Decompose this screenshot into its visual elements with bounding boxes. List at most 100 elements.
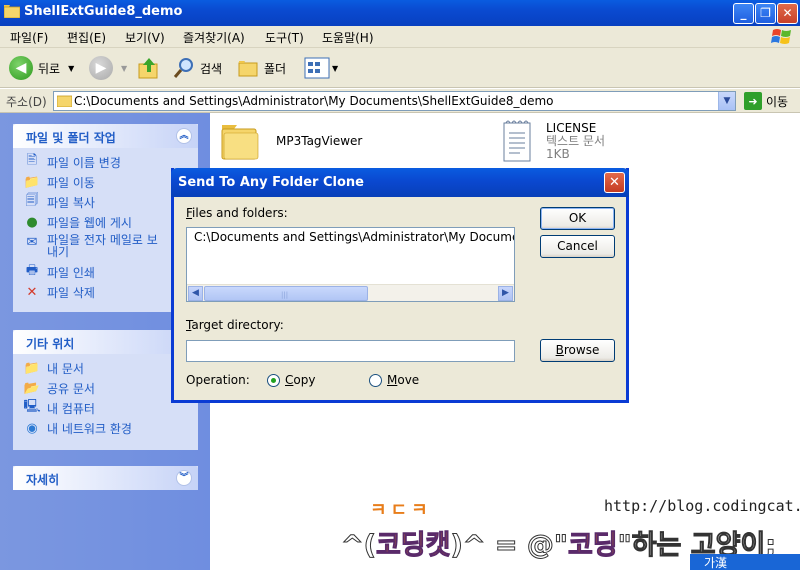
chevron-down-icon[interactable]: ▼ (68, 64, 74, 73)
printer-icon: 🖶 (25, 263, 39, 278)
go-button[interactable]: ➜ 이동 (744, 92, 788, 110)
file-name: MP3TagViewer (276, 134, 363, 148)
rename-icon: 🖹 (26, 153, 38, 168)
address-path: C:\Documents and Settings\Administrator\… (74, 94, 554, 108)
collapse-chevron-icon[interactable]: ︽ (176, 128, 192, 144)
file-name: LICENSE (546, 121, 597, 135)
task-label-wrap: 내기 (47, 245, 70, 259)
file-item-license[interactable]: LICENSE 텍스트 문서 1KB (500, 119, 605, 163)
network-icon: ◉ (26, 420, 38, 436)
search-icon (173, 58, 193, 78)
search-label: 검색 (200, 61, 223, 76)
file-item-mp3tagviewer[interactable]: MP3TagViewer (220, 123, 362, 161)
close-button[interactable]: ✕ (777, 3, 798, 24)
system-tray[interactable]: 가漢 (690, 554, 800, 570)
email-icon: ✉ (26, 234, 38, 250)
panel-title: 자세히 (26, 473, 60, 487)
place-label: 공유 문서 (47, 382, 95, 396)
window-title: ShellExtGuide8_demo (24, 4, 183, 19)
text-document-icon (503, 120, 531, 162)
up-folder-button[interactable] (137, 54, 161, 82)
folder-up-icon (138, 58, 158, 79)
target-directory-input[interactable] (186, 340, 515, 362)
radio-indicator[interactable] (267, 373, 280, 387)
folder-icon (4, 5, 20, 18)
dialog-close-button[interactable]: ✕ (604, 172, 625, 193)
menu-help[interactable]: 도움말(H) (322, 29, 374, 46)
place-my-computer[interactable]: 🖳 내 컴퓨터 (23, 399, 198, 420)
go-arrow-icon: ➜ (744, 92, 762, 110)
chevron-down-icon[interactable]: ▼ (121, 64, 127, 73)
folders-icon (238, 61, 258, 77)
files-listbox[interactable]: C:\Documents and Settings\Administrator\… (186, 227, 515, 302)
place-network[interactable]: ◉ 내 네트워크 환경 (23, 420, 198, 440)
list-item[interactable]: C:\Documents and Settings\Administrator\… (194, 230, 514, 244)
folders-button[interactable]: 폴더 (236, 54, 286, 82)
task-label: 파일 이름 변경 (47, 156, 121, 170)
back-label: 뒤로 (38, 61, 61, 76)
send-to-any-folder-dialog: Send To Any Folder Clone ✕ Files and fol… (171, 168, 629, 403)
minimize-button[interactable]: _ (733, 3, 754, 24)
window-titlebar[interactable]: ShellExtGuide8_demo _ ❐ ✕ (0, 0, 800, 26)
task-label: 파일을 웹에 게시 (47, 216, 132, 230)
views-button[interactable]: ▼ (304, 54, 338, 82)
panel-header[interactable]: 자세히 ︾ (13, 466, 198, 490)
menu-favorites[interactable]: 즐겨찾기(A) (183, 29, 245, 46)
folder-icon (221, 125, 259, 160)
scroll-left-icon[interactable]: ◀ (188, 286, 203, 301)
panel-title: 파일 및 폴더 작업 (26, 131, 116, 145)
panel-title: 기타 위치 (26, 337, 75, 351)
menu-edit[interactable]: 편집(E) (67, 29, 106, 46)
search-button[interactable]: 검색 (172, 54, 222, 82)
details-panel: 자세히 ︾ (13, 466, 198, 490)
move-icon: 📁 (23, 174, 41, 190)
back-arrow-icon: ◀ (9, 56, 33, 80)
cancel-button[interactable]: Cancel (540, 235, 615, 258)
address-input[interactable]: C:\Documents and Settings\Administrator\… (53, 91, 736, 111)
scroll-right-icon[interactable]: ▶ (498, 286, 513, 301)
watermark-tag: ㅋㄷㅋ (370, 500, 432, 521)
watermark-url: http://blog.codingcat.kr/ (604, 497, 800, 515)
dialog-titlebar[interactable]: Send To Any Folder Clone ✕ (171, 168, 629, 197)
computer-icon: 🖳 (23, 399, 41, 414)
task-label: 파일 이동 (47, 176, 95, 190)
address-bar: 주소(D) C:\Documents and Settings\Administ… (0, 89, 800, 113)
standard-toolbar: ◀ 뒤로 ▼ ▶ ▼ 검색 폴더 ▼ (0, 48, 800, 88)
windows-logo-icon (771, 29, 791, 44)
panel-header[interactable]: 파일 및 폴더 작업 ︽ (13, 124, 198, 148)
radio-indicator[interactable] (369, 373, 382, 387)
scroll-thumb[interactable]: ||| (204, 286, 368, 301)
browse-button[interactable]: Browse (540, 339, 615, 362)
dialog-title: Send To Any Folder Clone (178, 175, 364, 190)
operation-label: Operation: (186, 373, 250, 387)
folder-icon (57, 95, 72, 107)
target-directory-label: Target directory: (186, 318, 284, 332)
task-label: 파일 삭제 (47, 286, 95, 300)
expand-chevron-icon[interactable]: ︾ (176, 470, 192, 486)
files-and-folders-label: Files and folders: (186, 206, 288, 220)
chevron-down-icon[interactable]: ▼ (332, 64, 338, 73)
task-label: 파일 인쇄 (47, 266, 95, 280)
menu-bar: 파일(F) 편집(E) 보기(V) 즐겨찾기(A) 도구(T) 도움말(H) (0, 26, 800, 48)
delete-icon: ✕ (26, 284, 38, 300)
ok-button[interactable]: OK (540, 207, 615, 230)
go-label: 이동 (766, 94, 789, 109)
address-dropdown-button[interactable]: ▼ (718, 92, 735, 110)
copy-radio[interactable]: Copy (267, 373, 315, 387)
horizontal-scrollbar[interactable]: ◀ ||| ▶ (187, 284, 514, 301)
folders-label: 폴더 (264, 61, 287, 76)
my-documents-icon: 📁 (23, 360, 41, 376)
menu-tools[interactable]: 도구(T) (265, 29, 304, 46)
maximize-button[interactable]: ❐ (755, 3, 776, 24)
shared-folder-icon: 📂 (23, 380, 41, 396)
forward-button[interactable]: ▶ ▼ (89, 54, 127, 82)
forward-arrow-icon: ▶ (89, 56, 113, 80)
menu-file[interactable]: 파일(F) (10, 29, 48, 46)
menu-view[interactable]: 보기(V) (125, 29, 165, 46)
back-button[interactable]: ◀ 뒤로 ▼ (9, 54, 74, 82)
place-label: 내 컴퓨터 (47, 402, 95, 416)
file-size: 1KB (546, 147, 570, 161)
place-label: 내 네트워크 환경 (47, 422, 132, 436)
globe-icon: ● (26, 214, 38, 230)
move-radio[interactable]: Move (369, 373, 419, 387)
